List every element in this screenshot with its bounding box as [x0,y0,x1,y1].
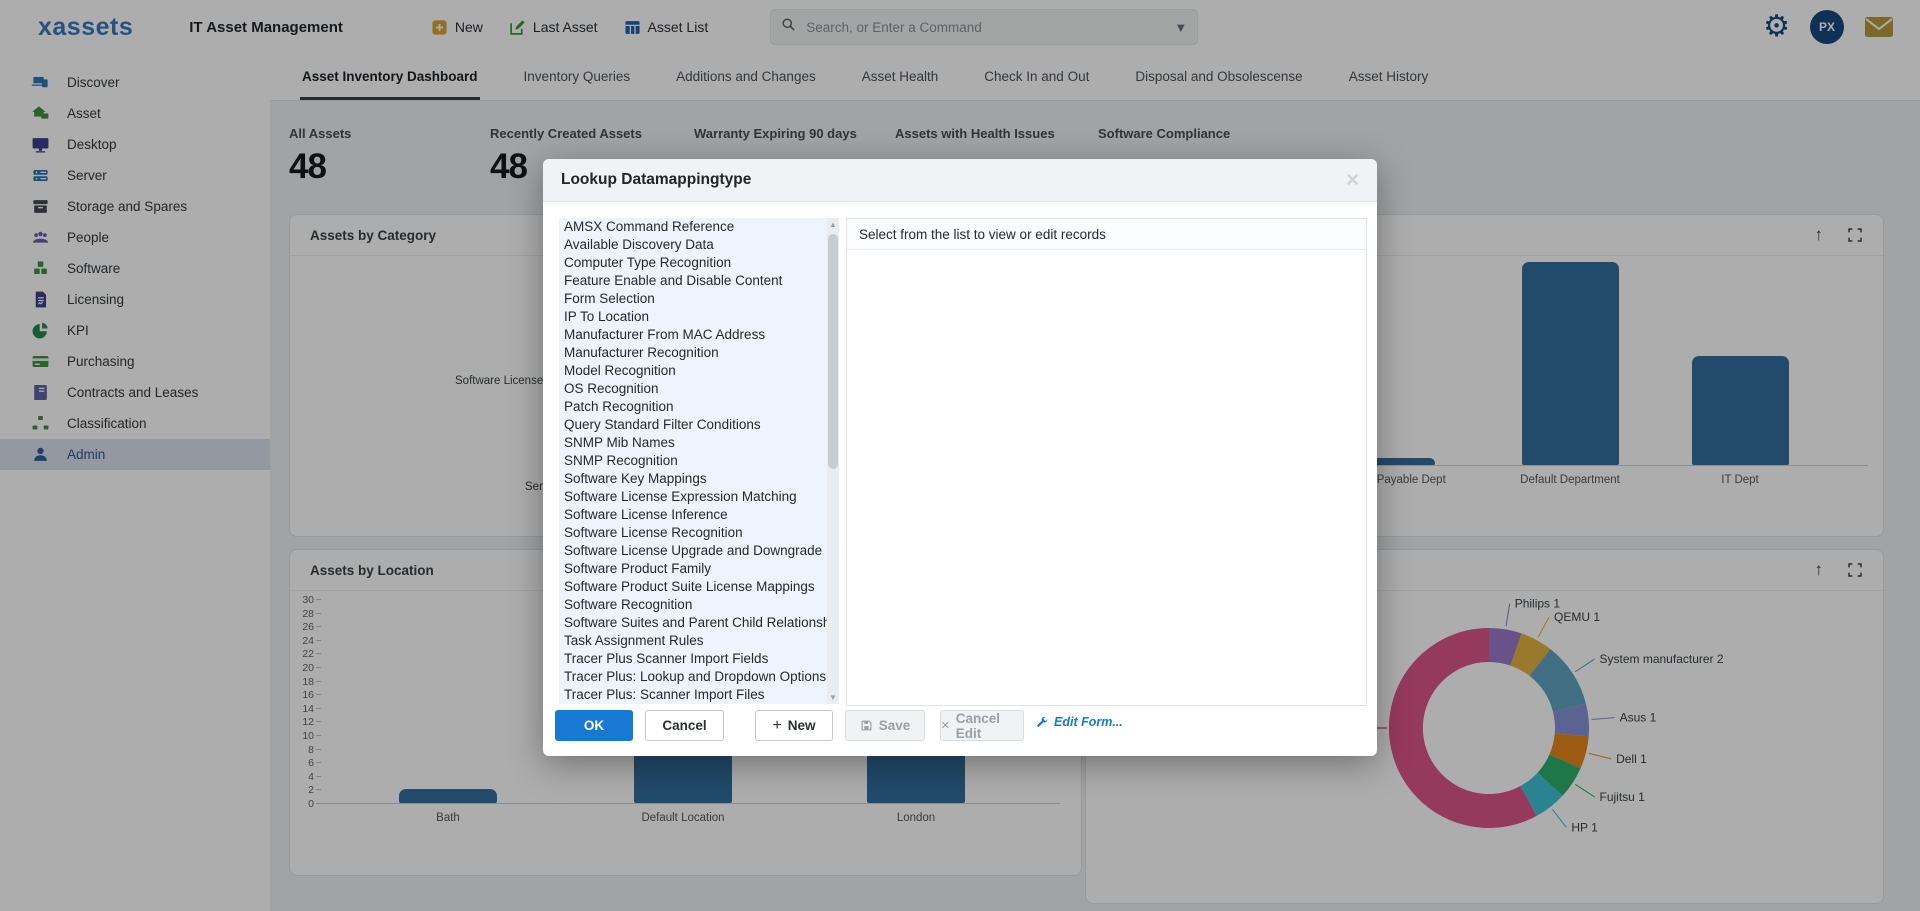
lookup-list-item[interactable]: Manufacturer From MAC Address [559,326,827,344]
lookup-list-item[interactable]: SNMP Mib Names [559,434,827,452]
dialog-footer: OK Cancel + New Save × Cancel Edit Edit … [543,710,1377,742]
cancel-button[interactable]: Cancel [645,710,724,741]
scrollbar-thumb[interactable] [828,234,838,469]
lookup-list-item[interactable]: Tracer Plus: Lookup and Dropdown Options… [559,668,827,686]
lookup-list-item[interactable]: Tracer Plus Scanner Import Fields [559,650,827,668]
lookup-list-item[interactable]: Software License Recognition [559,524,827,542]
lookup-list-item[interactable]: Feature Enable and Disable Content [559,272,827,290]
lookup-list-item[interactable]: AMSX Command Reference [559,218,827,236]
lookup-list-item[interactable]: Form Selection [559,290,827,308]
lookup-list-item[interactable]: Software License Expression Matching [559,488,827,506]
dialog-title: Lookup Datamappingtype [561,171,751,189]
scroll-down-icon[interactable]: ▼ [827,693,839,702]
cancel-edit-button[interactable]: × Cancel Edit [940,710,1024,741]
record-panel-hint: Select from the list to view or edit rec… [847,219,1366,250]
plus-icon: + [772,717,781,735]
lookup-list-item[interactable]: Model Recognition [559,362,827,380]
x-icon: × [941,717,950,734]
lookup-list-item[interactable]: Software Suites and Parent Child Relatio… [559,614,827,632]
lookup-list-item[interactable]: Software Recognition [559,596,827,614]
lookup-list-item[interactable]: SNMP Recognition [559,452,827,470]
save-icon [860,719,873,732]
lookup-list-item[interactable]: OS Recognition [559,380,827,398]
scroll-up-icon[interactable]: ▲ [827,220,839,229]
lookup-dialog: Lookup Datamappingtype × AMSX Command Re… [543,159,1377,756]
record-panel: Select from the list to view or edit rec… [846,218,1367,706]
lookup-list-item[interactable]: Computer Type Recognition [559,254,827,272]
lookup-list-item[interactable]: Available Discovery Data [559,236,827,254]
ok-button[interactable]: OK [555,710,633,741]
lookup-list-item[interactable]: Software License Upgrade and Downgrade [559,542,827,560]
lookup-list-item[interactable]: Tracer Plus: Scanner Import Files [559,686,827,704]
list-scrollbar[interactable]: ▲ ▼ [827,218,839,704]
lookup-list-item[interactable]: Software Key Mappings [559,470,827,488]
close-icon[interactable]: × [1346,169,1359,191]
lookup-list-item[interactable]: Manufacturer Recognition [559,344,827,362]
lookup-list-item[interactable]: Software License Inference [559,506,827,524]
edit-form-link[interactable]: Edit Form... [1035,715,1123,729]
lookup-list-item[interactable]: Query Standard Filter Conditions [559,416,827,434]
lookup-list-item[interactable]: Task Assignment Rules [559,632,827,650]
lookup-list-item[interactable]: Software Product Family [559,560,827,578]
dialog-header: Lookup Datamappingtype × [543,159,1377,202]
lookup-list-item[interactable]: Software Product Suite License Mappings [559,578,827,596]
lookup-list: AMSX Command ReferenceAvailable Discover… [559,218,839,704]
lookup-list-item[interactable]: IP To Location [559,308,827,326]
lookup-list-item[interactable]: Patch Recognition [559,398,827,416]
wrench-icon [1035,715,1049,729]
save-button[interactable]: Save [845,710,925,741]
new-button[interactable]: + New [755,710,833,741]
